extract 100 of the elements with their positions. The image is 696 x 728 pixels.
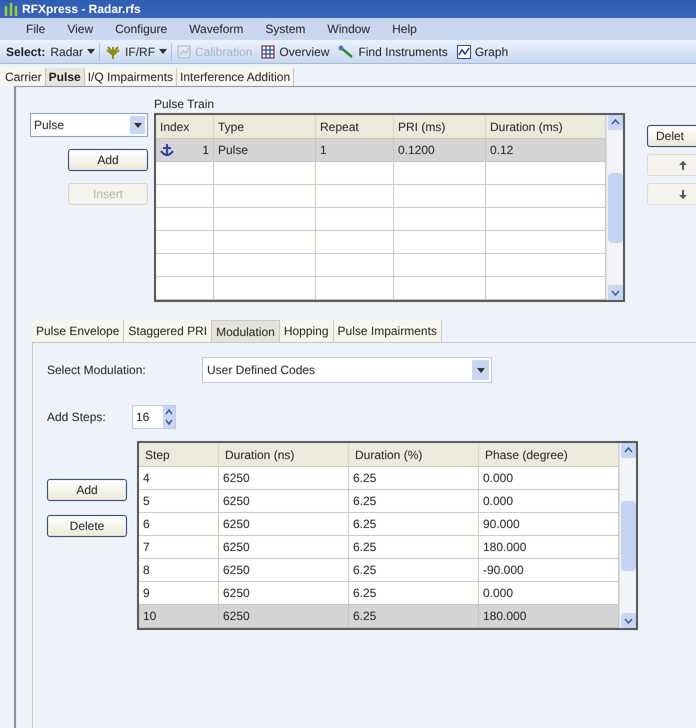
table-cell-text: 90.000 xyxy=(483,516,520,533)
table-cell-text: 6250 xyxy=(223,516,250,533)
table-cell-text: 4 xyxy=(143,470,150,487)
column-header[interactable]: PRI (ms) xyxy=(394,115,486,138)
column-header[interactable]: Duration (%) xyxy=(349,443,479,466)
table-row[interactable]: 8 6250 6.25 -90.000 xyxy=(139,559,619,582)
app-icon xyxy=(4,2,18,16)
menu-item[interactable]: View xyxy=(67,20,94,38)
column-header[interactable]: Step xyxy=(139,443,219,466)
column-header[interactable]: Index xyxy=(156,115,214,138)
dropdown-arrow-icon xyxy=(87,49,96,54)
menu-item[interactable]: Configure xyxy=(115,20,168,38)
section-title: Pulse Train xyxy=(154,96,216,113)
scroll-down-icon[interactable] xyxy=(608,285,622,300)
table-row[interactable]: 1 Pulse 1 0.1200 0.12 xyxy=(156,139,606,162)
column-header[interactable]: Repeat xyxy=(316,115,394,138)
graph-icon xyxy=(456,44,471,58)
table-cell-text: 5 xyxy=(143,493,150,510)
table-cell-text: Pulse xyxy=(218,142,248,159)
scroll-thumb[interactable] xyxy=(608,172,622,242)
table-cell-text: 6.25 xyxy=(353,470,376,487)
modulation-dropdown[interactable]: User Defined Codes xyxy=(202,357,492,383)
move-down-button[interactable] xyxy=(647,183,696,205)
down-arrow-icon xyxy=(678,190,686,198)
table-cell-text: 0.000 xyxy=(483,585,514,602)
menu-item[interactable]: Help xyxy=(392,20,417,38)
move-up-button[interactable] xyxy=(647,154,696,176)
table-cell-text: 6.25 xyxy=(353,608,376,625)
menu-item[interactable]: Waveform xyxy=(189,20,244,38)
tab[interactable]: Interference Addition xyxy=(177,68,294,86)
spinner-arrows-icon[interactable] xyxy=(163,406,175,428)
tab[interactable]: Pulse Envelope xyxy=(32,320,124,342)
field-label: Add Steps: xyxy=(47,409,107,426)
button[interactable]: Add xyxy=(47,479,127,501)
column-header[interactable]: Duration (ns) xyxy=(219,443,349,466)
dropdown-arrow-icon xyxy=(476,368,484,372)
table-row[interactable]: 7 6250 6.25 180.000 xyxy=(139,536,619,559)
window-title: RFXpress - Radar.rfs xyxy=(22,1,141,18)
table-row[interactable]: 4 6250 6.25 0.000 xyxy=(139,467,619,490)
button[interactable]: Delete xyxy=(47,515,127,537)
table-cell-text: 180.000 xyxy=(483,608,526,625)
table-cell-text: 8 xyxy=(143,562,150,579)
table-cell-text: 6.25 xyxy=(353,562,376,579)
table-cell-text: 6.25 xyxy=(353,539,376,556)
table-cell-text: 0.000 xyxy=(483,470,514,487)
column-header[interactable]: Type xyxy=(214,115,316,138)
table-cell-text: 6.25 xyxy=(353,493,376,510)
up-arrow-icon xyxy=(678,160,686,170)
table-cell-text: 6250 xyxy=(223,539,250,556)
scrollbar[interactable] xyxy=(619,443,636,628)
menu-item[interactable]: Window xyxy=(327,20,370,38)
tab[interactable]: Hopping xyxy=(280,320,334,342)
scroll-down-icon[interactable] xyxy=(620,613,636,628)
table-row[interactable]: 6 6250 6.25 90.000 xyxy=(139,513,619,536)
table-cell-text: 180.000 xyxy=(483,539,526,556)
toolbar-button[interactable]: Overview xyxy=(261,42,334,60)
table-cell-text: 6.25 xyxy=(353,585,376,602)
table-cell-text: 6250 xyxy=(223,562,250,579)
button[interactable]: Add xyxy=(68,149,148,171)
table-row[interactable]: 9 6250 6.25 0.000 xyxy=(139,582,619,605)
scroll-up-icon[interactable] xyxy=(608,115,622,130)
menu-item[interactable]: File xyxy=(26,20,46,38)
cut-off-button[interactable]: Delet xyxy=(647,125,696,147)
table-cell-text: 6 xyxy=(143,516,150,533)
table-cell-text: 6.25 xyxy=(353,516,376,533)
toolbar-button[interactable]: Find Instruments xyxy=(338,42,452,60)
table-row[interactable]: 10 6250 6.25 180.000 xyxy=(139,605,619,628)
scroll-up-icon[interactable] xyxy=(620,443,636,458)
steps-spinner[interactable]: 16 xyxy=(132,405,176,429)
tab[interactable]: Pulse Impairments xyxy=(334,320,442,342)
tab[interactable]: Modulation xyxy=(212,320,280,342)
table-cell-text: 9 xyxy=(143,585,150,602)
table-cell-text: 7 xyxy=(143,539,150,556)
chart-icon xyxy=(177,44,192,58)
dropdown-arrow-icon xyxy=(134,122,142,128)
table-cell-text: 1 xyxy=(320,142,327,159)
table-cell-text: 6250 xyxy=(223,585,250,602)
table-cell-text: 6250 xyxy=(223,470,250,487)
type-dropdown[interactable]: Pulse xyxy=(30,113,148,137)
field-label: Select Modulation: xyxy=(47,362,147,379)
table-cell-text: 1 xyxy=(202,142,209,159)
dropdown-arrow-icon xyxy=(159,49,168,54)
toolbar-button[interactable]: Graph xyxy=(456,42,512,60)
table-cell-text: 0.000 xyxy=(483,493,514,510)
tab[interactable]: Pulse xyxy=(46,68,85,86)
table-cell-text: 10 xyxy=(143,608,156,625)
table-cell-text: 0.1200 xyxy=(398,142,435,159)
table-cell-text: -90.000 xyxy=(483,562,524,579)
toolbar-dropdown[interactable]: Radar xyxy=(50,42,100,60)
table-cell-text: 0.12 xyxy=(490,142,514,159)
table-cell-text: 6250 xyxy=(223,608,250,625)
scrollbar[interactable] xyxy=(606,115,623,300)
scroll-thumb[interactable] xyxy=(620,500,636,570)
menu-item[interactable]: System xyxy=(265,20,306,38)
grid-icon xyxy=(261,44,276,58)
wand-icon xyxy=(338,44,354,58)
toolbar-label: Select: xyxy=(6,44,46,60)
table-row[interactable]: 5 6250 6.25 0.000 xyxy=(139,490,619,513)
tab[interactable]: I/Q Impairments xyxy=(84,68,178,86)
toolbar-dropdown[interactable]: IF/RF xyxy=(105,42,172,60)
